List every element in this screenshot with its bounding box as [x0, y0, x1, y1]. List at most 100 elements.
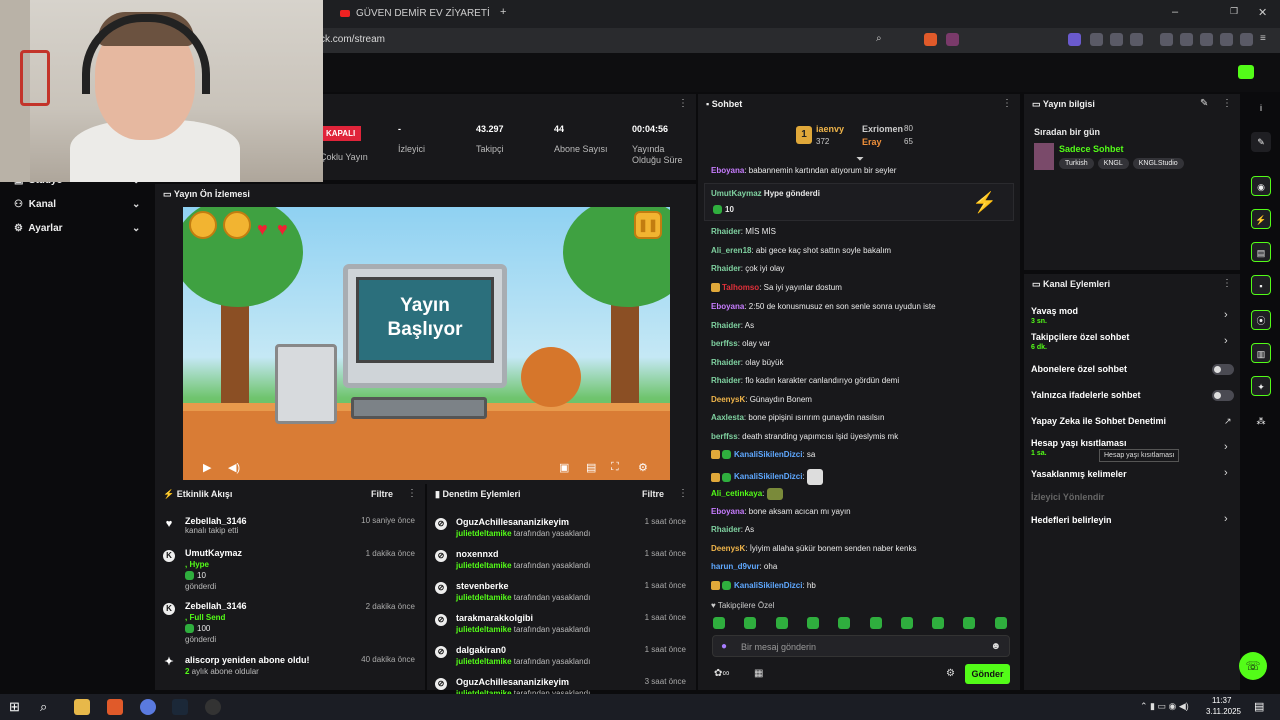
emote-chat-toggle[interactable]	[1212, 390, 1234, 401]
emote-button[interactable]	[744, 617, 757, 629]
chat-username[interactable]: Rhaider	[711, 227, 741, 236]
new-tab-button[interactable]: +	[500, 6, 506, 18]
ai-moderation-row[interactable]: Yapay Zeka ile Sohbet Denetimi	[1031, 416, 1166, 426]
clock-date[interactable]: 3.11.2025	[1206, 707, 1241, 716]
stream-preview[interactable]: Yayın Başlıyor ♥ ♥ ❚❚ ▶ ◀) ▣ ▤ ⛶ ⚙	[183, 207, 670, 480]
chat-username[interactable]: DeenysK	[711, 544, 745, 553]
zoom-icon[interactable]: ⌕	[876, 33, 889, 46]
chat-username[interactable]: KanaliSikilenDizci	[734, 450, 802, 459]
chat-username[interactable]: berffss	[711, 339, 738, 348]
goals-row[interactable]: Hedefleri belirleyin	[1031, 515, 1112, 525]
start-icon[interactable]: ⊞	[9, 699, 25, 715]
second-name[interactable]: Exriomen	[862, 124, 903, 134]
mic-icon[interactable]: ●	[721, 641, 727, 652]
kebab-icon[interactable]: ⋮	[1222, 98, 1232, 109]
emote-button[interactable]	[806, 617, 819, 629]
chat-username[interactable]: Rhaider	[711, 376, 741, 385]
app-icon[interactable]	[140, 699, 156, 715]
nav-ayarlar[interactable]: ⚙ Ayarlar ⌄	[14, 223, 154, 234]
leader-name[interactable]: iaenvy	[816, 124, 844, 134]
apps-icon[interactable]: ⁂	[1251, 411, 1271, 431]
external-link-icon[interactable]: ↗	[1224, 416, 1232, 427]
loyalty-icon[interactable]: ✿∞	[714, 668, 730, 679]
chat-username[interactable]: berffss	[711, 432, 738, 441]
chat-username[interactable]: Eboyana	[711, 166, 744, 175]
info-icon[interactable]: i	[1251, 98, 1271, 118]
puzzle-icon[interactable]	[1110, 33, 1123, 46]
activity-filter-button[interactable]: Filtre	[371, 489, 393, 499]
emote-button[interactable]	[932, 617, 945, 629]
followers-chat-row[interactable]: Takipçilere özel sohbet 6 dk.	[1031, 332, 1129, 351]
sidebar-icon[interactable]	[1180, 33, 1193, 46]
slow-mode-row[interactable]: Yavaş mod 3 sn.	[1031, 306, 1078, 325]
moderator-name[interactable]: julietdeltamike	[456, 657, 512, 666]
chevron-right-icon[interactable]: ›	[1224, 513, 1228, 525]
edit-icon[interactable]: ✎	[1251, 132, 1271, 152]
volume-icon[interactable]: ◀)	[228, 461, 240, 474]
chat-username[interactable]: Rhaider	[711, 321, 741, 330]
banned-words-row[interactable]: Yasaklanmış kelimeler	[1031, 469, 1127, 479]
kebab-icon[interactable]: ⋮	[1002, 98, 1012, 109]
chat-username[interactable]: Eboyana	[711, 507, 744, 516]
wallet-icon[interactable]	[1200, 33, 1213, 46]
chat-username[interactable]: Rhaider	[711, 525, 741, 534]
kebab-icon[interactable]: ⋮	[1222, 278, 1232, 289]
chat-username[interactable]: Ali_cetinkaya	[711, 489, 762, 498]
chat-bubble-icon[interactable]: ▪	[1251, 275, 1271, 295]
notification-icon[interactable]: ▤	[1254, 700, 1264, 713]
chat-username[interactable]: Talhomso	[722, 283, 759, 292]
chat-username[interactable]: harun_d9vur	[711, 562, 759, 571]
kebab-icon[interactable]: ⋮	[678, 98, 688, 109]
kebab-icon[interactable]: ⋮	[407, 488, 417, 499]
chat-username[interactable]: KanaliSikilenDizci	[734, 581, 802, 590]
close-window-button[interactable]: ✕	[1258, 6, 1267, 19]
tag[interactable]: KNGL	[1097, 158, 1129, 169]
hype-user[interactable]: UmutKaymaz	[711, 189, 762, 198]
emote-button[interactable]	[900, 617, 913, 629]
menu-icon[interactable]: ≡	[1260, 33, 1273, 46]
clock-time[interactable]: 11:37	[1212, 696, 1231, 705]
moderator-name[interactable]: julietdeltamike	[456, 593, 512, 602]
send-button[interactable]: Gönder	[965, 664, 1010, 684]
category-name[interactable]: Sadece Sohbet	[1059, 144, 1124, 154]
obs-icon[interactable]	[205, 699, 221, 715]
subs-chat-toggle[interactable]	[1212, 364, 1234, 375]
notes-icon[interactable]: ▤	[1251, 242, 1271, 262]
moderator-name[interactable]: julietdeltamike	[456, 529, 512, 538]
moderator-name[interactable]: julietdeltamike	[456, 625, 512, 634]
emote-button[interactable]	[838, 617, 851, 629]
emote-button[interactable]	[869, 617, 882, 629]
bolt-icon[interactable]: ⚡	[1251, 209, 1271, 229]
chat-username[interactable]: Aaxlesta	[711, 413, 744, 422]
chevron-right-icon[interactable]: ›	[1224, 467, 1228, 479]
layers-icon[interactable]: ▥	[1251, 343, 1271, 363]
broadcast-icon[interactable]: ⦿	[1251, 310, 1271, 330]
emote-button[interactable]	[775, 617, 788, 629]
edit-icon[interactable]: ✎	[1200, 98, 1208, 109]
ai-icon[interactable]	[1220, 33, 1233, 46]
music-icon[interactable]	[1160, 33, 1173, 46]
kebab-icon[interactable]: ⋮	[678, 488, 688, 499]
chat-username[interactable]: Ali_eren18	[711, 246, 751, 255]
emote-button[interactable]	[994, 617, 1007, 629]
chat-input[interactable]: ● Bir mesaj gönderin ☻	[712, 635, 1010, 657]
chat-username[interactable]: Eboyana	[711, 302, 744, 311]
chat-settings-icon[interactable]: ⚙	[946, 668, 955, 679]
expand-leaderboard-icon[interactable]: ⏷	[856, 154, 864, 165]
moderation-filter-button[interactable]: Filtre	[642, 489, 664, 499]
emoji-icon[interactable]: ☻	[990, 641, 1001, 652]
kick-logo-icon[interactable]	[1238, 65, 1254, 79]
tag[interactable]: Turkish	[1059, 158, 1094, 169]
third-name[interactable]: Eray	[862, 137, 882, 147]
chat-username[interactable]: Rhaider	[711, 358, 741, 367]
emote-button[interactable]	[963, 617, 976, 629]
url-text[interactable]: ck.com/stream	[320, 34, 385, 45]
file-explorer-icon[interactable]	[74, 699, 90, 715]
chevron-right-icon[interactable]: ›	[1224, 335, 1228, 347]
store-icon[interactable]: ▦	[754, 668, 763, 679]
search-icon[interactable]: ⌕	[40, 699, 56, 715]
settings-icon[interactable]: ⚙	[638, 461, 648, 474]
maximize-button[interactable]: ❐	[1230, 6, 1238, 17]
emote-button[interactable]	[713, 617, 725, 629]
play-icon[interactable]: ▶	[203, 461, 211, 474]
